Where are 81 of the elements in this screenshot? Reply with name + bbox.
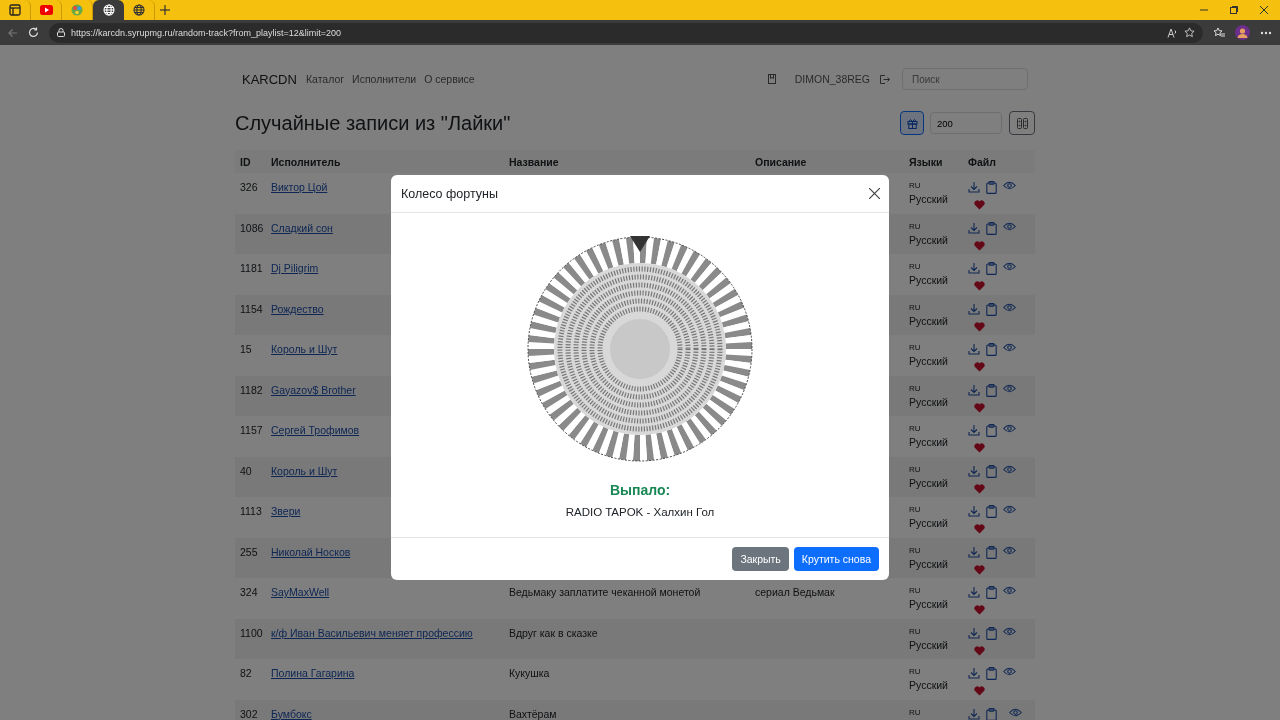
language-name: Русский: [909, 313, 949, 329]
spin-button[interactable]: Крутить снова: [793, 547, 879, 571]
language-name: Русский: [909, 556, 949, 572]
site-logo[interactable]: KARCDN: [242, 71, 297, 87]
modal-title: Колесо фортуны: [401, 186, 499, 201]
column-header: Название: [508, 156, 560, 170]
language-code: RU: [909, 424, 922, 434]
artist-link[interactable]: Сладкий сон: [271, 221, 333, 234]
table-cell: сериал Ведьмак: [755, 586, 835, 598]
language-code: RU: [909, 343, 922, 353]
table-cell-text: 1113: [239, 505, 263, 519]
table-cell-text: 82: [239, 667, 253, 681]
language-code: RU: [909, 464, 922, 475]
language-name: Русский: [909, 354, 949, 369]
language-name: Русский: [909, 597, 949, 612]
nav-link[interactable]: О сервисе: [424, 73, 475, 85]
artist-link[interactable]: Николай Носков: [271, 545, 351, 558]
language-name: Русский: [909, 394, 949, 410]
language-code: RU: [909, 545, 922, 556]
result-label: Выпало:: [609, 482, 671, 498]
artist-link[interactable]: Gayazov$ Brother: [271, 383, 356, 396]
language-code: RU: [909, 707, 922, 718]
language-name: Русский: [909, 273, 949, 288]
artist-link[interactable]: Сергей Трофимов: [271, 424, 360, 436]
result-text: RADIO TAPOK - Халхин Гол: [565, 506, 715, 518]
table-cell-text: 324: [239, 586, 259, 600]
language-name: Русский: [909, 678, 949, 693]
table-cell-text: 1100: [239, 626, 264, 641]
table-cell-text: 1086: [239, 221, 265, 236]
table-cell-text: 302: [239, 707, 259, 720]
table-cell-text: 1182: [239, 383, 264, 398]
table-cell-text: 1154: [239, 302, 264, 317]
limit-field[interactable]: 200: [930, 112, 1002, 134]
language-code: RU: [909, 221, 922, 232]
close-button[interactable]: Закрыть: [732, 547, 789, 571]
address-bar[interactable]: https://karcdn.syrupmg.ru/random-track?from_playlist=12&limit=200: [49, 22, 1203, 43]
nav-link[interactable]: Исполнители: [352, 73, 417, 85]
artist-link[interactable]: Виктор Цой: [271, 181, 328, 193]
table-cell-text: 1181: [239, 262, 264, 276]
table-cell-text: 255: [239, 545, 259, 560]
table-cell: Вахтёрам: [509, 707, 557, 720]
table-cell: Ведьмаку заплатите чеканной монетой: [509, 586, 701, 598]
column-header: ID: [239, 156, 252, 170]
artist-link[interactable]: Бумбокс: [271, 707, 312, 720]
column-header: Файл: [967, 156, 997, 170]
language-name: Русский: [909, 637, 949, 653]
url-text: https://karcdn.syrupmg.ru/random-track?from_playlist=12&limit=200: [71, 27, 342, 38]
language-name: Русский: [909, 232, 949, 248]
column-header: Исполнитель: [270, 156, 342, 170]
language-code: RU: [909, 302, 922, 313]
username[interactable]: DIMON_38REG: [794, 73, 870, 85]
column-header: Описание: [754, 156, 808, 170]
search-field[interactable]: Поиск: [902, 68, 1028, 90]
table-cell: Вдруг как в сказке: [509, 626, 598, 639]
nav-link[interactable]: Каталог: [305, 73, 345, 85]
language-name: Русский: [909, 516, 949, 531]
language-code: RU: [909, 586, 922, 596]
language-name: Русский: [909, 435, 949, 450]
language-code: RU: [909, 383, 922, 394]
artist-link[interactable]: Король и Шут: [271, 464, 338, 477]
table-cell-text: 15: [239, 343, 253, 357]
artist-link[interactable]: Полина Гагарина: [271, 667, 355, 679]
artist-link[interactable]: SayMaxWell: [271, 586, 330, 598]
table-cell: Кукушка: [509, 667, 550, 679]
language-name: Русский: [909, 192, 949, 207]
language-code: RU: [909, 667, 922, 677]
table-cell-text: 326: [239, 181, 259, 195]
table-cell-text: 1157: [239, 424, 264, 438]
artist-link[interactable]: Звери: [271, 505, 301, 517]
language-code: RU: [909, 626, 922, 637]
page-title: Случайные записи из "Лайки": [235, 111, 512, 135]
language-code: RU: [909, 262, 922, 272]
language-code: RU: [909, 505, 922, 515]
artist-link[interactable]: Рождество: [271, 302, 324, 315]
language-name: Русский: [909, 475, 949, 491]
language-code: RU: [909, 181, 922, 191]
artist-link[interactable]: Dj Piligrim: [271, 262, 319, 274]
artist-link[interactable]: к/ф Иван Васильевич меняет профессию: [271, 626, 473, 639]
table-cell-text: 40: [239, 464, 253, 479]
column-header: Языки: [908, 156, 944, 170]
artist-link[interactable]: Король и Шут: [271, 343, 338, 355]
